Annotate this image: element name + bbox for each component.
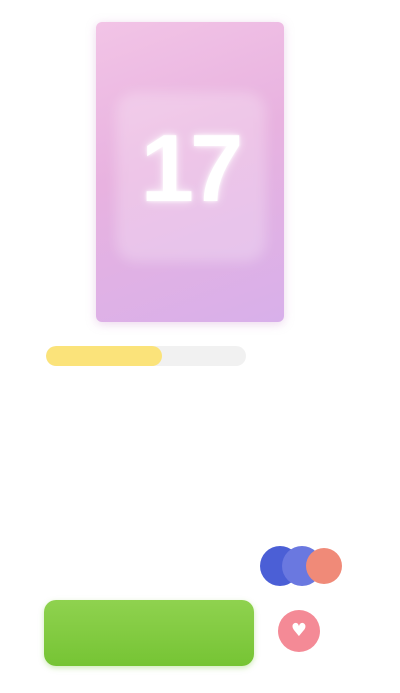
rating-track: [46, 346, 246, 366]
rating-bar: [46, 344, 246, 368]
rating-fill: [46, 346, 162, 366]
card-icon: [306, 548, 342, 584]
heart-icon: ♥: [290, 620, 308, 641]
product-cover-image[interactable]: 17: [96, 22, 284, 322]
cover-number: 17: [140, 115, 244, 222]
buy-button[interactable]: [44, 600, 254, 666]
product-card: 17 ♥: [0, 0, 400, 693]
payment-methods: [258, 546, 348, 586]
wishlist-button[interactable]: ♥: [278, 610, 320, 652]
